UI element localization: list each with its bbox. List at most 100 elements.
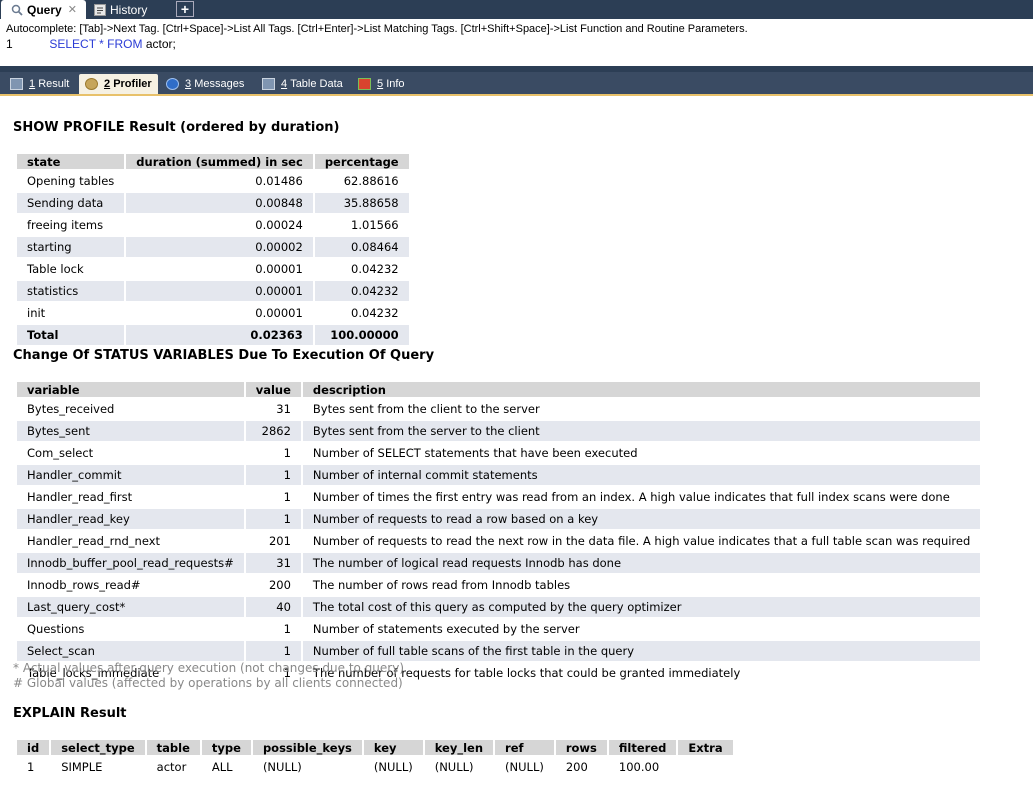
table-token: actor; (145, 37, 176, 51)
tab-query[interactable]: Query ✕ (1, 0, 86, 19)
status-cell: Questions (15, 617, 246, 641)
explain-column-header[interactable]: id (14, 738, 52, 757)
explain-cell: (NULL) (493, 755, 556, 779)
explain-header-row: id select_type table type possible_keys key ke… (14, 738, 735, 757)
tab-profiler[interactable]: 2 Profiler (79, 74, 158, 94)
status-row[interactable]: Handler_read_rnd_next 201 Number of reques… (15, 529, 983, 553)
status-table: variable value description Bytes_received 3… (15, 380, 983, 685)
profile-cell: 0.00001 (124, 279, 315, 303)
status-cell: 1 (243, 485, 303, 509)
status-cell: 1 (243, 441, 303, 465)
status-cell: 31 (243, 397, 303, 421)
profile-cell: 62.88616 (312, 169, 411, 193)
status-row[interactable]: Innodb_rows_read# 200 The number of rows r… (15, 573, 983, 597)
profile-row[interactable]: Total 0.02363 100.00000 (14, 323, 411, 347)
tab-messages[interactable]: 3 Messages (160, 74, 250, 94)
profile-column-header[interactable]: state (14, 152, 127, 171)
profile-column-header[interactable]: duration (summed) in sec (124, 152, 315, 171)
status-cell: The number of rows read from Innodb tabl… (300, 573, 983, 597)
profile-row[interactable]: Table lock 0.00001 0.04232 (14, 257, 411, 281)
profile-row[interactable]: statistics 0.00001 0.04232 (14, 279, 411, 303)
profiler-icon (85, 78, 98, 90)
explain-body: 1 SIMPLE actor ALL (NULL) (NULL) (NULL) (NULL) 2… (14, 755, 735, 779)
status-row[interactable]: Com_select 1 Number of SELECT statements t… (15, 441, 983, 465)
tab-result[interactable]: 1 Result (4, 74, 75, 94)
status-row[interactable]: Last_query_cost* 40 The total cost of this… (15, 595, 983, 619)
status-row[interactable]: Handler_read_first 1 Number of times the f… (15, 485, 983, 509)
explain-column-header[interactable]: table (144, 738, 202, 757)
tab-table-data[interactable]: 4 Table Data (256, 74, 349, 94)
tab-info[interactable]: 5 Info (352, 74, 411, 94)
tab-history[interactable]: History (88, 0, 171, 19)
status-row[interactable]: Questions 1 Number of statements executed … (15, 617, 983, 641)
tab-table-data-label: Table Data (290, 78, 343, 90)
explain-column-header[interactable]: key (361, 738, 425, 757)
explain-column-header[interactable]: ref (493, 738, 556, 757)
status-cell: Handler_read_first (15, 485, 246, 509)
status-cell: Number of statements executed by the ser… (300, 617, 983, 641)
tab-query-label: Query (27, 2, 62, 17)
query-editor[interactable]: Autocomplete: [Tab]->Next Tag. [Ctrl+Spa… (0, 19, 1033, 67)
explain-row[interactable]: 1 SIMPLE actor ALL (NULL) (NULL) (NULL) (NULL) 2… (14, 755, 735, 779)
profile-table: state duration (summed) in sec percentage … (14, 152, 411, 347)
profile-cell: 35.88658 (312, 191, 411, 215)
profile-row[interactable]: starting 0.00002 0.08464 (14, 235, 411, 259)
tab-profiler-label: Profiler (113, 78, 152, 90)
profile-cell: 0.00001 (124, 257, 315, 281)
status-row[interactable]: Handler_commit 1 Number of internal commit… (15, 463, 983, 487)
profile-row[interactable]: init 0.00001 0.04232 (14, 301, 411, 325)
tab-info-num: 5 (377, 78, 384, 90)
explain-column-header[interactable]: type (199, 738, 253, 757)
status-cell: The number of logical read requests Inno… (300, 551, 983, 575)
status-cell: Last_query_cost* (15, 595, 246, 619)
status-row[interactable]: Innodb_buffer_pool_read_requests# 31 The n… (15, 551, 983, 575)
status-row[interactable]: Bytes_received 31 Bytes sent from the clie… (15, 397, 983, 421)
profile-row[interactable]: Opening tables 0.01486 62.88616 (14, 169, 411, 193)
autocomplete-hint: Autocomplete: [Tab]->Next Tag. [Ctrl+Spa… (6, 23, 748, 35)
explain-column-header[interactable]: key_len (422, 738, 496, 757)
explain-cell (676, 755, 735, 779)
result-tabs: 1 Result 2 Profiler 3 Messages 4 Table D… (0, 72, 1033, 96)
line-number: 1 (6, 37, 13, 51)
profile-cell: 1.01566 (312, 213, 411, 237)
profile-column-header[interactable]: percentage (312, 152, 411, 171)
status-cell: Handler_read_key (15, 507, 246, 531)
explain-column-header[interactable]: possible_keys (250, 738, 364, 757)
status-column-header[interactable]: variable (15, 380, 246, 399)
profile-cell: freeing items (14, 213, 127, 237)
profile-cell: 0.04232 (312, 279, 411, 303)
footnote-actual: * Actual values after query execution (n… (13, 661, 404, 675)
status-cell: Number of times the first entry was read… (300, 485, 983, 509)
profile-row[interactable]: Sending data 0.00848 35.88658 (14, 191, 411, 215)
status-cell: Bytes sent from the server to the client (300, 419, 983, 443)
explain-title: EXPLAIN Result (13, 706, 127, 721)
explain-column-header[interactable]: Extra (676, 738, 735, 757)
profile-header-row: state duration (summed) in sec percentage (14, 152, 411, 171)
status-column-header[interactable]: description (300, 380, 983, 399)
status-header-row: variable value description (15, 380, 983, 399)
close-icon[interactable]: ✕ (68, 3, 77, 16)
explain-column-header[interactable]: rows (553, 738, 609, 757)
new-tab-button[interactable]: + (176, 1, 194, 17)
status-cell: 1 (243, 463, 303, 487)
explain-cell: SIMPLE (49, 755, 147, 779)
explain-cell: ALL (199, 755, 253, 779)
status-cell: Bytes_sent (15, 419, 246, 443)
profile-cell: 0.00848 (124, 191, 315, 215)
status-cell: Innodb_buffer_pool_read_requests# (15, 551, 246, 575)
profile-cell: 0.04232 (312, 301, 411, 325)
status-row[interactable]: Bytes_sent 2862 Bytes sent from the server… (15, 419, 983, 443)
status-column-header[interactable]: value (243, 380, 303, 399)
code-line[interactable]: 1 SELECT * FROM actor; (6, 37, 176, 51)
explain-cell: 100.00 (606, 755, 679, 779)
info-blocks-icon (358, 78, 371, 90)
status-row[interactable]: Select_scan 1 Number of full table scans o… (15, 639, 983, 663)
tab-messages-num: 3 (185, 78, 192, 90)
explain-column-header[interactable]: filtered (606, 738, 679, 757)
status-row[interactable]: Handler_read_key 1 Number of requests to r… (15, 507, 983, 531)
explain-column-header[interactable]: select_type (49, 738, 147, 757)
profile-row[interactable]: freeing items 0.00024 1.01566 (14, 213, 411, 237)
profile-cell: 0.00001 (124, 301, 315, 325)
tab-profiler-num: 2 (104, 78, 111, 90)
profile-cell: 0.08464 (312, 235, 411, 259)
